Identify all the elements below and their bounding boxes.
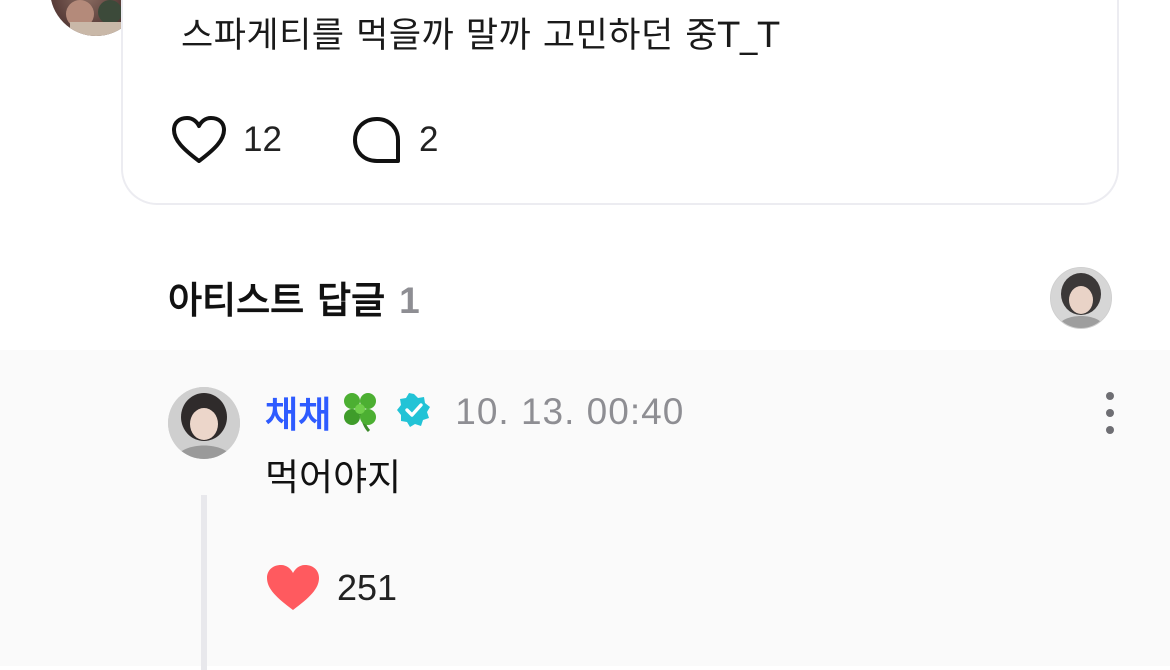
artist-replies-header: 아티스트 답글 1 xyxy=(168,270,420,324)
verified-badge-icon xyxy=(397,393,431,431)
artist-replies-title: 아티스트 답글 xyxy=(168,279,386,322)
post-text: 스파게티를 먹을까 말까 고민하던 중T_T xyxy=(181,16,780,56)
four-leaf-clover-icon xyxy=(337,387,383,437)
artist-reply: 채채 10. 13. 00:40 먹어야지 251 xyxy=(0,350,1170,670)
artist-replies-count: 1 xyxy=(399,280,420,321)
reply-meta: 채채 10. 13. 00:40 xyxy=(265,388,684,436)
reply-author-avatar[interactable] xyxy=(168,387,240,459)
post-card: 스파게티를 먹을까 말까 고민하던 중T_T 12 2 xyxy=(121,0,1119,205)
avatar-image xyxy=(168,387,240,459)
more-dot xyxy=(1106,426,1114,434)
more-dot xyxy=(1106,409,1114,417)
heart-filled-icon xyxy=(267,565,319,610)
more-vertical-icon xyxy=(1106,392,1114,400)
artist-avatar[interactable] xyxy=(1050,267,1112,329)
speech-bubble-icon xyxy=(353,117,400,163)
heart-outline-icon xyxy=(172,116,226,163)
post-like-count: 12 xyxy=(243,120,282,159)
post-like-button[interactable]: 12 xyxy=(171,112,282,168)
reply-like-button[interactable]: 251 xyxy=(265,560,397,616)
reply-author-name[interactable]: 채채 xyxy=(265,386,331,438)
reply-text: 먹어야지 xyxy=(265,456,402,499)
post-comment-count: 2 xyxy=(419,120,439,159)
more-options-button[interactable] xyxy=(1098,392,1122,434)
avatar-image xyxy=(1051,268,1111,328)
reply-timestamp: 10. 13. 00:40 xyxy=(455,391,685,432)
post-comment-button[interactable]: 2 xyxy=(351,112,438,168)
thread-line xyxy=(201,495,207,670)
reply-like-count: 251 xyxy=(337,567,398,608)
